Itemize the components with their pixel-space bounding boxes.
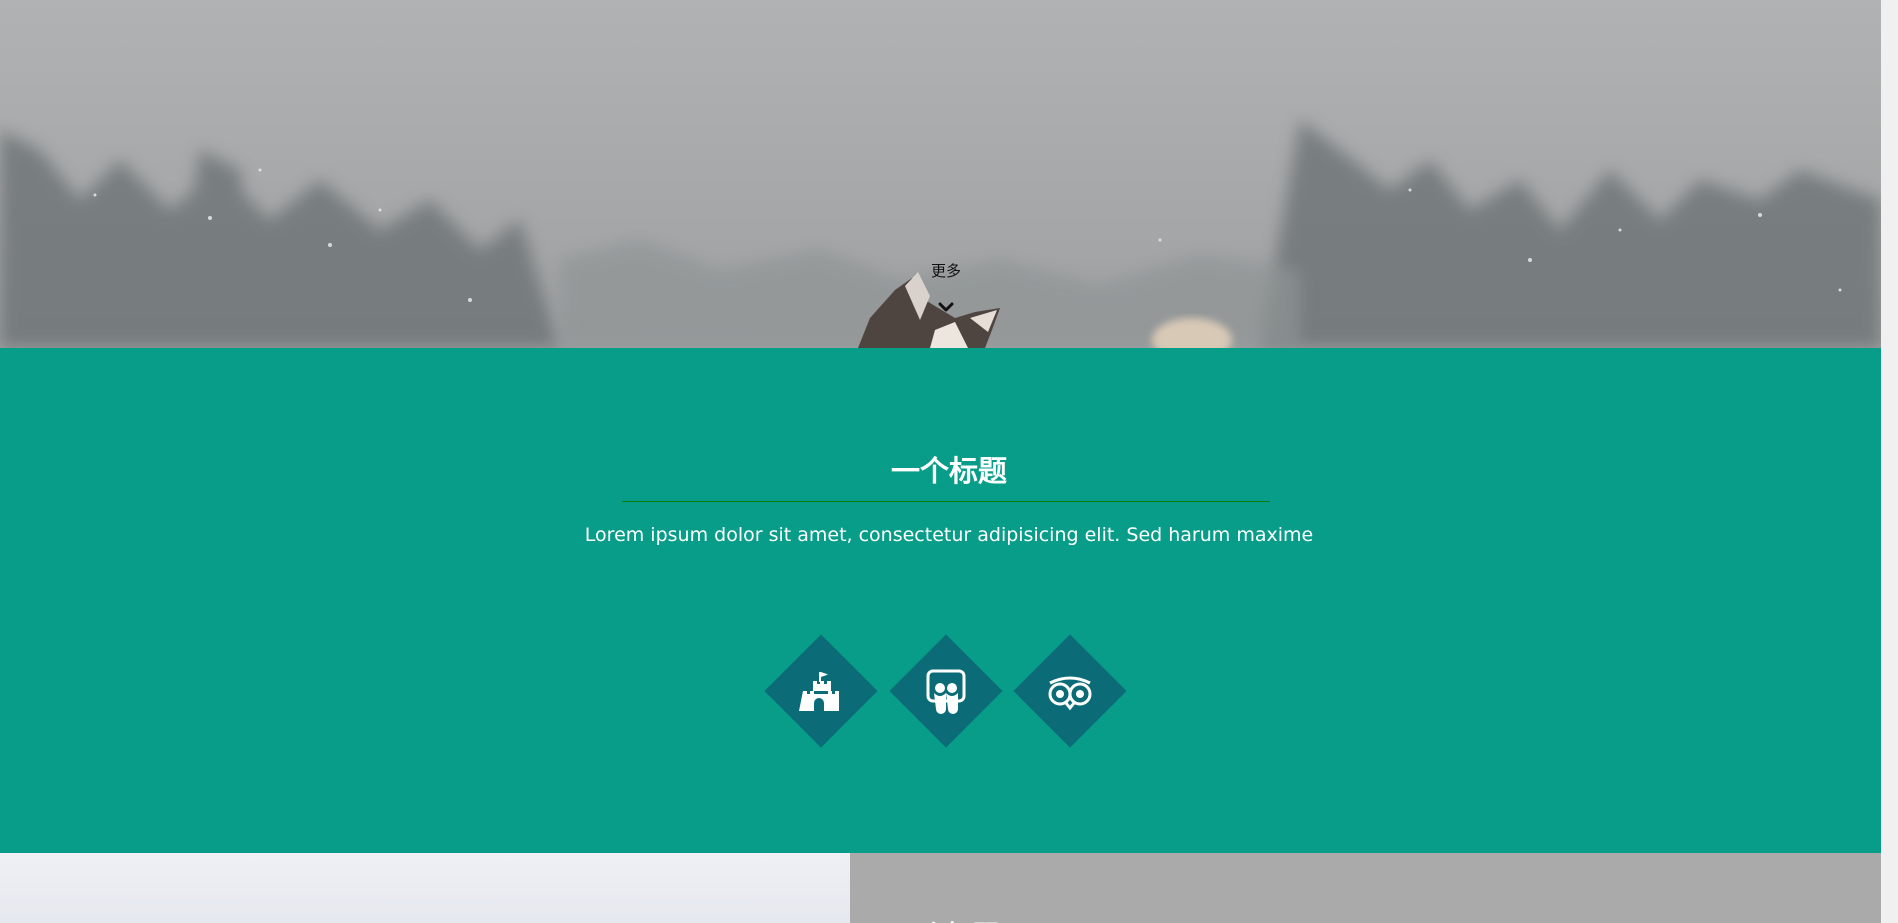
slideshare-icon xyxy=(926,669,966,714)
more-link[interactable]: 更多 xyxy=(928,260,964,281)
next-section-panel: 一个标题 xyxy=(850,853,1881,923)
hero-banner: 更多 xyxy=(0,0,1898,348)
castle-tile[interactable] xyxy=(764,634,878,748)
castle-icon xyxy=(799,672,839,711)
section-title: 一个标题 xyxy=(890,454,1007,488)
page-scrollbar[interactable] xyxy=(1881,0,1898,923)
feature-section: 一个标题 Lorem ipsum dolor sit amet, consect… xyxy=(0,348,1898,853)
tripadvisor-tile[interactable] xyxy=(1013,634,1127,748)
section-description: Lorem ipsum dolor sit amet, consectetur … xyxy=(584,524,1314,546)
next-section-title: 一个标题 xyxy=(894,915,998,923)
hero-background-image xyxy=(0,0,1898,348)
chevron-down-icon[interactable] xyxy=(937,300,955,314)
slideshare-tile[interactable] xyxy=(889,634,1003,748)
next-section-image xyxy=(0,853,850,923)
tripadvisor-owl-icon xyxy=(1048,676,1092,711)
title-divider xyxy=(622,501,1270,502)
